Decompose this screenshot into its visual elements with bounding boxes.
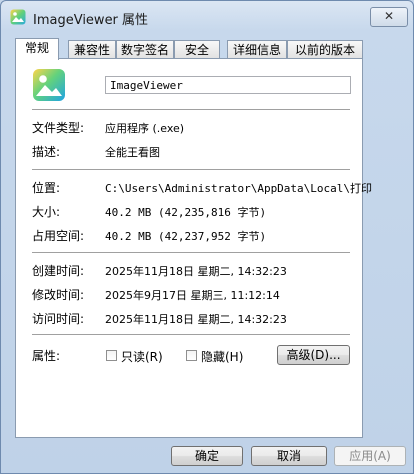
- window-title: ImageViewer 属性: [33, 13, 149, 28]
- close-icon: ✕: [383, 9, 395, 23]
- location-label: 位置:: [32, 181, 61, 195]
- created-label: 创建时间:: [32, 264, 85, 278]
- file-type-label: 文件类型:: [32, 121, 85, 135]
- accessed-value: 2025年11月18日 星期二, 14:32:23: [105, 313, 287, 326]
- readonly-checkbox-label[interactable]: 只读(R): [121, 348, 163, 365]
- accessed-label: 访问时间:: [32, 312, 85, 326]
- hidden-checkbox[interactable]: [186, 350, 197, 361]
- tab-general[interactable]: 常规: [15, 38, 59, 60]
- cancel-button[interactable]: 取消: [251, 446, 327, 466]
- tab-previous-versions[interactable]: 以前的版本: [287, 40, 363, 58]
- apply-button[interactable]: 应用(A): [334, 446, 406, 466]
- disk-size-value: 40.2 MB (42,237,952 字节): [105, 230, 267, 243]
- separator: [32, 109, 350, 110]
- tab-security[interactable]: 安全: [174, 40, 220, 58]
- file-name-input[interactable]: [105, 76, 351, 94]
- description-value: 全能王看图: [105, 146, 160, 159]
- advanced-button[interactable]: 高级(D)...: [277, 345, 350, 365]
- tab-details[interactable]: 详细信息: [227, 40, 287, 58]
- general-tab-panel: 文件类型: 应用程序 (.exe) 描述: 全能王看图 位置: C:\Users…: [15, 58, 372, 438]
- description-label: 描述:: [32, 145, 61, 159]
- properties-window: ImageViewer 属性 ✕ 常规 兼容性 数字签名 安全 详细信息 以前的…: [0, 0, 414, 474]
- title-bar[interactable]: ImageViewer 属性 ✕: [1, 1, 413, 33]
- size-label: 大小:: [32, 205, 61, 219]
- image-file-icon: [33, 69, 65, 101]
- hidden-checkbox-label[interactable]: 隐藏(H): [201, 348, 243, 365]
- readonly-checkbox[interactable]: [106, 350, 117, 361]
- created-value: 2025年11月18日 星期二, 14:32:23: [105, 265, 287, 278]
- location-value: C:\Users\Administrator\AppData\Local\打印: [105, 182, 373, 195]
- separator: [32, 169, 350, 170]
- close-button[interactable]: ✕: [370, 7, 408, 27]
- modified-value: 2025年9月17日 星期三, 11:12:14: [105, 289, 280, 302]
- image-app-icon: [10, 9, 26, 25]
- attributes-label: 属性:: [32, 349, 61, 363]
- ok-button[interactable]: 确定: [171, 446, 243, 466]
- separator: [32, 252, 350, 253]
- modified-label: 修改时间:: [32, 288, 85, 302]
- file-type-value: 应用程序 (.exe): [105, 122, 185, 135]
- disk-size-label: 占用空间:: [32, 229, 85, 243]
- tab-compatibility[interactable]: 兼容性: [68, 40, 116, 58]
- separator: [32, 334, 350, 335]
- size-value: 40.2 MB (42,235,816 字节): [105, 206, 267, 219]
- tab-digital-signature[interactable]: 数字签名: [116, 40, 174, 58]
